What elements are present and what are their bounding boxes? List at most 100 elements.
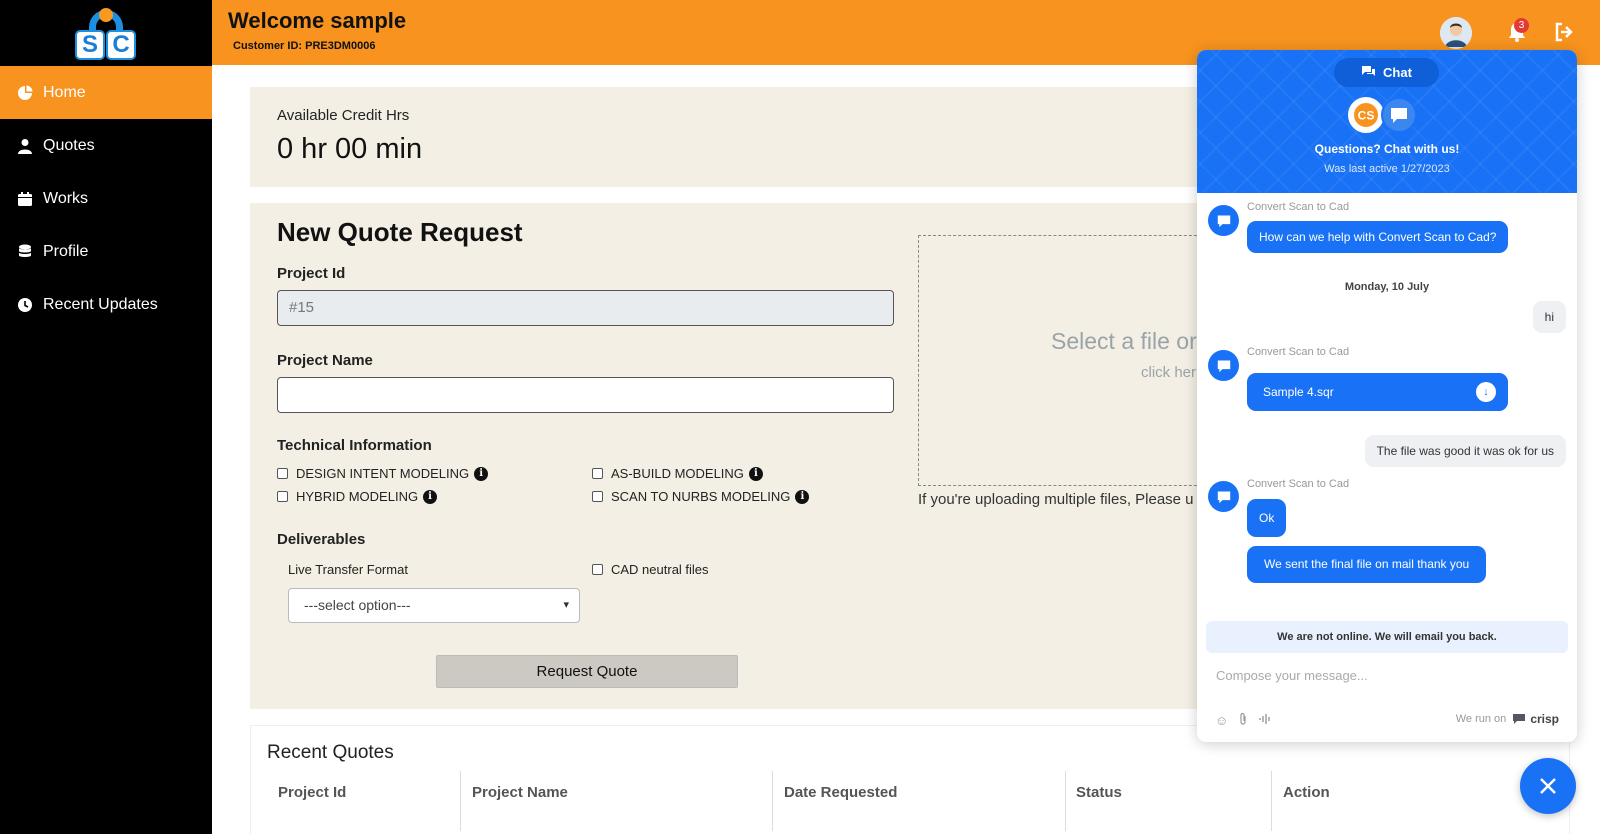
checkbox-box[interactable] xyxy=(592,491,603,502)
checkbox-label: SCAN TO NURBS MODELING xyxy=(611,489,791,504)
agent-name: Convert Scan to Cad xyxy=(1247,346,1350,358)
project-name-label: Project Name xyxy=(277,352,373,369)
chat-tab-label: Chat xyxy=(1383,65,1412,80)
agent-message: How can we help with Convert Scan to Cad… xyxy=(1247,221,1509,253)
chat-close-button[interactable] xyxy=(1520,758,1576,814)
sidebar-item-quotes[interactable]: Quotes xyxy=(0,119,212,172)
deliverables-label: Deliverables xyxy=(277,531,366,548)
user-icon xyxy=(17,138,33,154)
crisp-brand: crisp xyxy=(1530,712,1559,726)
scan-to-nurbs-checkbox[interactable]: SCAN TO NURBS MODELING i xyxy=(592,489,810,504)
column-header: Status xyxy=(1076,784,1122,801)
design-intent-checkbox[interactable]: DESIGN INTENT MODELING i xyxy=(277,466,489,481)
calendar-icon xyxy=(17,191,33,207)
customer-id: Customer ID: PRE3DM0006 xyxy=(233,40,376,52)
chat-avatar xyxy=(1381,97,1417,133)
svg-text:CS: CS xyxy=(1358,109,1375,123)
sidebar-item-profile[interactable]: Profile xyxy=(0,225,212,278)
agent-avatar xyxy=(1208,350,1239,381)
dropzone-subtitle: click her xyxy=(1141,364,1197,381)
emoji-icon[interactable]: ☺ xyxy=(1215,713,1228,728)
agent-message: We sent the final file on mail thank you xyxy=(1247,546,1487,583)
info-icon[interactable]: i xyxy=(795,489,810,504)
live-transfer-label: Live Transfer Format xyxy=(288,562,408,577)
chat-last-active: Was last active 1/27/2023 xyxy=(1324,163,1450,175)
project-id-label: Project Id xyxy=(277,265,346,282)
sidebar-nav: Home Quotes Works Profile Recent Updates xyxy=(0,66,212,331)
info-icon[interactable]: i xyxy=(474,466,489,481)
column-divider xyxy=(460,771,461,831)
project-id-field[interactable]: #15 xyxy=(277,290,894,326)
dropzone-title: Select a file or xyxy=(1051,328,1197,354)
database-icon xyxy=(17,244,33,260)
chat-toolbar: ☺ xyxy=(1215,712,1282,729)
checkbox-box[interactable] xyxy=(277,491,288,502)
upload-note: If you're uploading multiple files, Plea… xyxy=(918,491,1194,508)
logo-container: S C xyxy=(0,0,212,65)
info-icon[interactable]: i xyxy=(423,489,438,504)
attachment-icon[interactable] xyxy=(1238,712,1248,729)
info-icon[interactable]: i xyxy=(748,466,763,481)
sidebar-item-label: Recent Updates xyxy=(43,295,158,313)
sidebar: S C Home Quotes Works Profile Recent Upd… xyxy=(0,0,212,834)
sidebar-item-label: Home xyxy=(43,83,86,101)
page-title: Welcome sample xyxy=(228,8,407,33)
date-separator: Monday, 10 July xyxy=(1344,281,1430,293)
checkbox-box[interactable] xyxy=(277,468,288,479)
sidebar-item-works[interactable]: Works xyxy=(0,172,212,225)
live-transfer-select[interactable]: ---select option--- ▾ xyxy=(288,588,580,623)
column-header: Action xyxy=(1283,784,1330,801)
column-header: Date Requested xyxy=(784,784,898,801)
technical-info-label: Technical Information xyxy=(277,437,432,454)
sidebar-item-label: Works xyxy=(43,189,89,207)
checkbox-label: CAD neutral files xyxy=(611,562,709,577)
column-divider xyxy=(1271,771,1272,831)
avatar[interactable] xyxy=(1440,17,1472,49)
project-name-field[interactable] xyxy=(277,377,894,413)
column-divider xyxy=(1065,771,1066,831)
hybrid-modeling-checkbox[interactable]: HYBRID MODELING i xyxy=(277,489,438,504)
offline-notice: We are not online. We will email you bac… xyxy=(1206,621,1568,653)
powered-by[interactable]: We run on crisp xyxy=(1456,712,1559,726)
checkbox-label: AS-BUILD MODELING xyxy=(611,466,744,481)
sidebar-item-label: Profile xyxy=(43,242,89,260)
column-divider xyxy=(772,771,773,831)
chat-bubbles-icon xyxy=(1361,65,1376,81)
chat-headline: Questions? Chat with us! xyxy=(1314,142,1460,156)
chat-header: Chat CS Questions? Chat with us! Was las… xyxy=(1197,50,1577,193)
recent-quotes-title: Recent Quotes xyxy=(267,742,394,763)
checkbox-box[interactable] xyxy=(592,564,603,575)
credit-value: 0 hr 00 min xyxy=(277,133,423,165)
sidebar-item-recent-updates[interactable]: Recent Updates xyxy=(0,278,212,331)
close-icon xyxy=(1540,778,1556,794)
checkbox-label: HYBRID MODELING xyxy=(296,489,419,504)
column-header: Project Name xyxy=(472,784,568,801)
company-avatar: CS xyxy=(1348,97,1384,133)
file-name: Sample 4.sqr xyxy=(1263,385,1334,399)
chat-tab[interactable]: Chat xyxy=(1334,58,1439,87)
checkbox-label: DESIGN INTENT MODELING xyxy=(296,466,470,481)
credit-label: Available Credit Hrs xyxy=(277,107,410,124)
user-message: The file was good it was ok for us xyxy=(1364,435,1566,467)
agent-avatar xyxy=(1208,205,1239,236)
crisp-logo-icon xyxy=(1513,714,1526,724)
audio-icon[interactable] xyxy=(1258,713,1272,728)
request-quote-button[interactable]: Request Quote xyxy=(436,655,738,688)
logout-icon[interactable] xyxy=(1552,20,1576,44)
as-build-checkbox[interactable]: AS-BUILD MODELING i xyxy=(592,466,763,481)
checkbox-box[interactable] xyxy=(592,468,603,479)
download-icon[interactable]: ↓ xyxy=(1476,382,1496,402)
file-attachment[interactable]: Sample 4.sqr ↓ xyxy=(1247,373,1508,411)
sidebar-item-home[interactable]: Home xyxy=(0,66,212,119)
agent-name: Convert Scan to Cad xyxy=(1247,478,1350,490)
cad-neutral-checkbox[interactable]: CAD neutral files xyxy=(592,562,709,577)
agent-avatar xyxy=(1208,481,1239,512)
app-logo[interactable]: S C xyxy=(75,6,137,60)
notification-badge: 3 xyxy=(1514,18,1529,33)
user-message: hi xyxy=(1532,301,1566,333)
sidebar-item-label: Quotes xyxy=(43,136,95,154)
chat-widget: Chat CS Questions? Chat with us! Was las… xyxy=(1197,50,1577,742)
agent-name: Convert Scan to Cad xyxy=(1247,201,1350,213)
compose-input[interactable]: Compose your message... xyxy=(1216,668,1368,683)
chevron-down-icon: ▾ xyxy=(563,599,569,611)
